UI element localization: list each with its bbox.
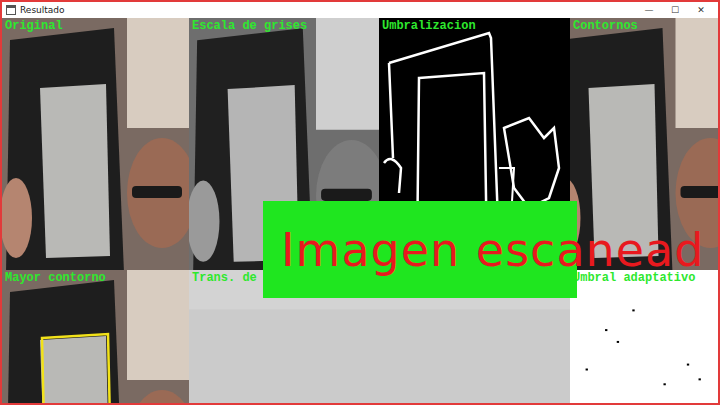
window-controls: —☐✕ [636, 4, 714, 16]
window-control-button[interactable]: ☐ [662, 4, 688, 16]
result-panel: Umbral adaptativo [570, 270, 718, 403]
adaptive-frame [570, 270, 718, 403]
window-control-button[interactable]: — [636, 4, 662, 16]
result-panel: Original [2, 18, 189, 270]
panel-label: Umbralizacion [382, 19, 476, 33]
panel-label: Contornos [573, 19, 638, 33]
window-control-button[interactable]: ✕ [688, 4, 714, 16]
result-window: Resultado —☐✕ Original Escala de grises Umbr… [0, 0, 720, 405]
window-icon [6, 5, 16, 15]
panel-label: Trans. de [192, 271, 257, 285]
panel-label: Original [5, 19, 63, 33]
contour-outline [42, 334, 112, 403]
scan-banner-text: Imagen escanead [263, 223, 704, 277]
camera-frame [2, 18, 189, 270]
camera-frame [2, 270, 189, 403]
result-panel: Mayor contorno [2, 270, 189, 403]
panel-label: Mayor contorno [5, 271, 106, 285]
scan-banner: Imagen escanead [263, 201, 577, 298]
window-title: Resultado [20, 5, 632, 15]
title-bar: Resultado —☐✕ [2, 2, 718, 18]
panel-label: Escala de grises [192, 19, 307, 33]
